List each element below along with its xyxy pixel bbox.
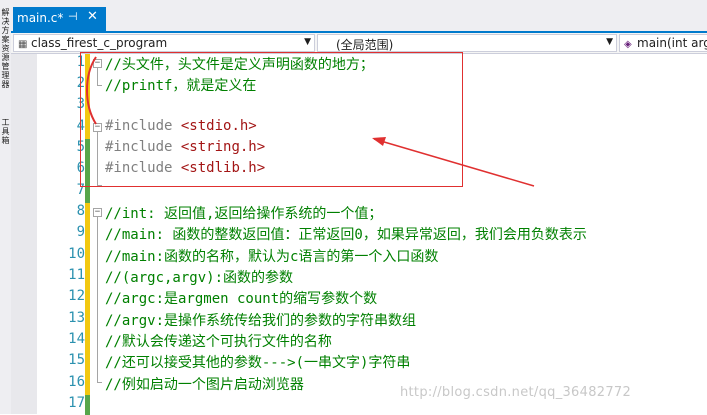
line-number: 8 xyxy=(76,203,85,219)
scope-dropdown[interactable]: (全局范围) ▼ xyxy=(317,34,617,52)
chevron-down-icon: ▼ xyxy=(606,37,613,47)
line-number: 3 xyxy=(76,96,85,112)
close-icon[interactable]: ✕ xyxy=(87,9,98,24)
navigation-bar: ▦ class_firest_c_program ▼ (全局范围) ▼ ◈ main… xyxy=(11,33,707,54)
project-icon: ▦ xyxy=(18,39,28,50)
code-line: //例如启动一个图片启动浏览器 xyxy=(105,377,304,393)
pin-icon[interactable]: ⊣ xyxy=(68,10,78,23)
line-number: 4 xyxy=(76,118,85,134)
chevron-down-icon: ▼ xyxy=(304,37,311,47)
annotation-highlight-box xyxy=(80,52,463,187)
line-number: 12 xyxy=(68,288,85,304)
line-number: 11 xyxy=(68,267,85,283)
line-number: 16 xyxy=(68,374,85,390)
solution-explorer-tab[interactable]: 解决方案资源管理器 xyxy=(0,8,11,89)
line-number: 14 xyxy=(68,331,85,347)
saved-change-bar xyxy=(85,395,90,415)
function-icon: ◈ xyxy=(624,39,632,50)
project-dropdown[interactable]: ▦ class_firest_c_program ▼ xyxy=(13,34,315,52)
code-line: //main: 函数的整数返回值：正常返回0，如果异常返回，我们会用负数表示 xyxy=(105,227,587,243)
outline-guide xyxy=(97,217,98,382)
code-line: //argv:是操作系统传给我们的参数的字符串数组 xyxy=(105,313,416,329)
line-number: 13 xyxy=(68,310,85,326)
code-line: //还可以接受其他的参数--->(一串文字)字符串 xyxy=(105,355,411,371)
line-number: 1 xyxy=(76,54,85,70)
line-number: 6 xyxy=(76,160,85,176)
scope-dropdown-value: (全局范围) xyxy=(336,38,394,52)
line-number: 7 xyxy=(76,182,85,198)
watermark: http://blog.csdn.net/qq_36482772 xyxy=(400,385,632,400)
outline-guide xyxy=(97,382,102,383)
member-dropdown[interactable]: ◈ main(int arg xyxy=(619,34,707,52)
code-line: //默认会传递这个可执行文件的名称 xyxy=(105,334,332,350)
line-number: 15 xyxy=(68,352,85,368)
collapse-toggle[interactable]: − xyxy=(93,208,102,217)
code-line: //argc:是argmen count的缩写参数个数 xyxy=(105,291,378,307)
project-dropdown-value: class_firest_c_program xyxy=(31,36,168,50)
tab-title: main.c* xyxy=(17,11,64,25)
indicator-margin xyxy=(11,54,37,414)
line-number: 5 xyxy=(76,139,85,155)
toolbox-tab[interactable]: 工具箱 xyxy=(0,118,11,145)
line-number: 17 xyxy=(68,395,85,411)
unsaved-change-bar xyxy=(85,203,90,395)
code-line: //(argc,argv):函数的参数 xyxy=(105,270,294,286)
document-tab-strip: main.c* ⊣ ✕ xyxy=(11,0,707,33)
code-line: //int: 返回值,返回给操作系统的一个值； xyxy=(105,206,383,222)
code-line: //main:函数的名称，默认为c语言的第一个入口函数 xyxy=(105,249,439,265)
line-number: 9 xyxy=(76,224,85,240)
line-number: 10 xyxy=(68,246,85,262)
tab-main-c[interactable]: main.c* ⊣ ✕ xyxy=(13,7,106,33)
line-number: 2 xyxy=(76,75,85,91)
member-dropdown-value: main(int arg xyxy=(637,36,707,50)
